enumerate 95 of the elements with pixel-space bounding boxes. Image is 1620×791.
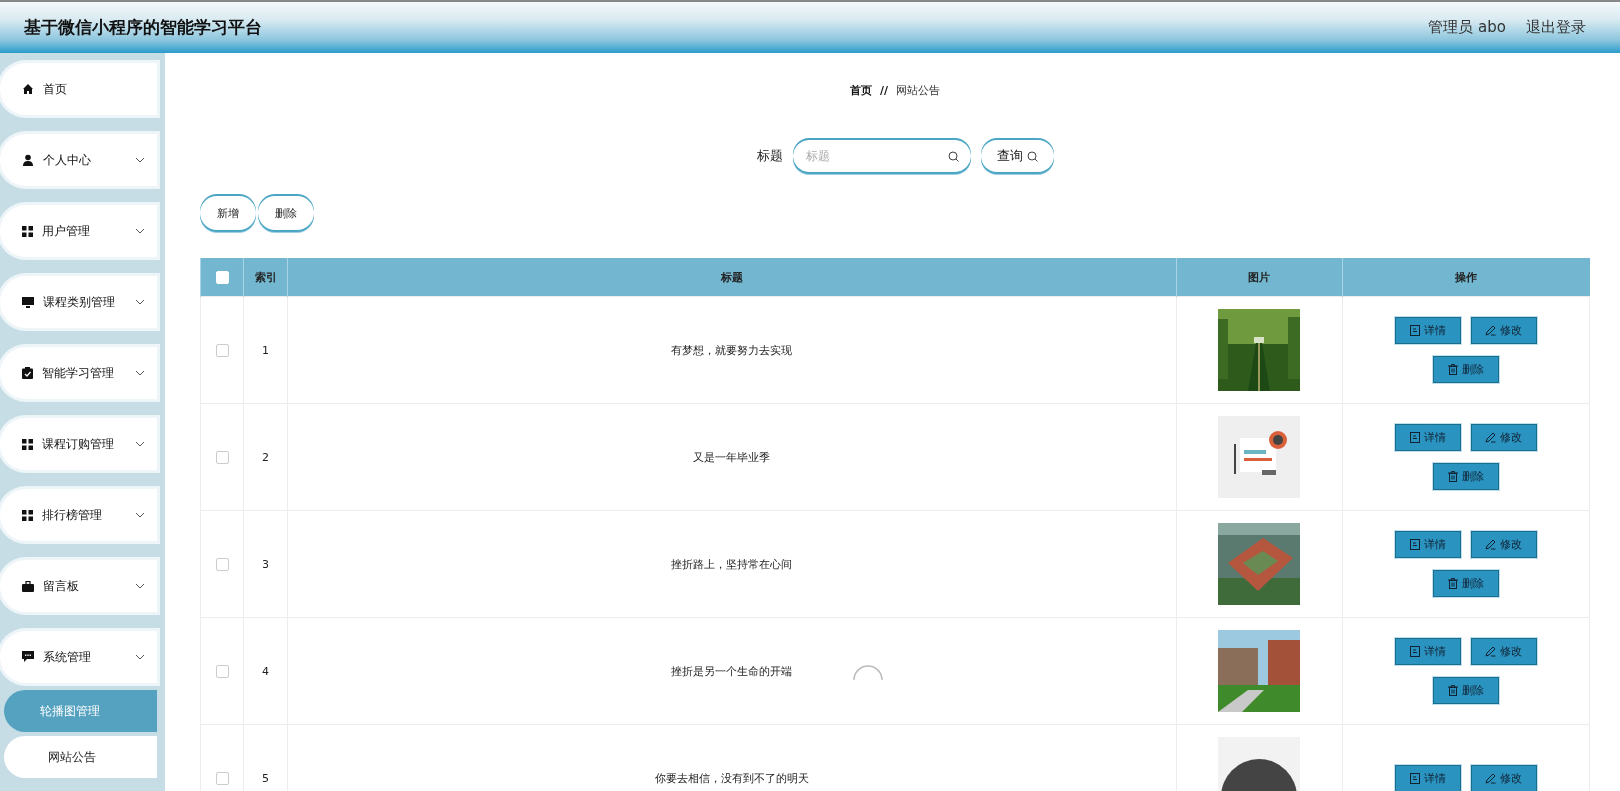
edit-button[interactable]: 修改 <box>1470 531 1537 558</box>
chevron-down-icon <box>135 512 145 518</box>
pencil-icon <box>1485 539 1497 550</box>
trash-icon <box>1447 578 1458 589</box>
detail-button[interactable]: 详情 <box>1394 764 1461 791</box>
home-icon <box>22 83 34 95</box>
grid-icon <box>22 509 33 521</box>
table-cell: 4 <box>243 617 288 725</box>
detail-button[interactable]: 详情 <box>1394 424 1461 451</box>
user-label: 管理员 abo <box>1428 18 1506 37</box>
delete-button[interactable]: 删除 <box>1432 356 1499 383</box>
trash-icon <box>1447 364 1458 375</box>
logout-link[interactable]: 退出登录 <box>1526 18 1586 37</box>
column-header: 图片 <box>1176 258 1342 297</box>
document-icon <box>1409 772 1420 784</box>
edit-button[interactable]: 修改 <box>1470 317 1537 344</box>
grid-icon <box>22 225 33 237</box>
search-icon <box>1026 150 1038 162</box>
edit-button[interactable]: 修改 <box>1470 638 1537 665</box>
chevron-down-icon <box>135 583 145 589</box>
search-label: 标题 <box>756 147 783 165</box>
search-field[interactable]: 标题 <box>792 140 971 172</box>
clipboard-icon <box>22 367 33 379</box>
edit-button[interactable]: 修改 <box>1470 424 1537 451</box>
menu-item[interactable]: 用户管理 <box>0 205 157 257</box>
menu-item[interactable]: 首页 <box>0 63 157 115</box>
row-checkbox[interactable] <box>215 450 229 464</box>
pencil-icon <box>1485 432 1497 443</box>
menu-label: 用户管理 <box>42 222 91 240</box>
document-icon <box>1409 539 1420 550</box>
pencil-icon <box>1485 325 1497 336</box>
table-cell: 1 <box>243 296 288 404</box>
menu-label: 智能学习管理 <box>42 364 115 382</box>
briefcase-icon <box>22 580 34 592</box>
detail-button[interactable]: 详情 <box>1394 638 1461 665</box>
column-header: 操作 <box>1342 258 1590 297</box>
delete-button[interactable]: 删除 <box>1432 570 1499 597</box>
trash-icon <box>1447 685 1458 696</box>
document-icon <box>1409 325 1420 336</box>
table-cell: 挫折是另一个生命的开端 <box>287 617 1176 725</box>
delete-button[interactable]: 删除 <box>1432 677 1499 704</box>
table-cell: 挫折路上，坚持常在心间 <box>287 510 1176 618</box>
chevron-down-icon <box>135 441 145 447</box>
edit-button[interactable]: 修改 <box>1470 764 1537 791</box>
row-checkbox[interactable] <box>215 343 229 357</box>
document-icon <box>1409 432 1420 443</box>
submenu-item[interactable]: 网站公告 <box>4 736 157 778</box>
menu-label: 首页 <box>43 80 68 98</box>
column-header: 索引 <box>243 258 288 297</box>
delete-button[interactable]: 删除 <box>1432 463 1499 490</box>
user-icon <box>22 154 34 166</box>
document-icon <box>1409 646 1420 657</box>
pencil-icon <box>1485 772 1497 784</box>
menu-item[interactable]: 课程订购管理 <box>0 418 157 470</box>
query-button[interactable]: 查询 <box>980 140 1054 172</box>
menu-item[interactable]: 智能学习管理 <box>0 347 157 399</box>
detail-button[interactable]: 详情 <box>1394 317 1461 344</box>
chat-icon <box>22 651 34 663</box>
breadcrumb-item: 网站公告 <box>896 83 940 98</box>
menu-label: 课程类别管理 <box>43 293 116 311</box>
menu-label: 课程订购管理 <box>42 435 115 453</box>
chevron-down-icon <box>135 228 145 234</box>
menu-label: 留言板 <box>43 577 80 595</box>
search-icon <box>947 151 959 162</box>
menu-item[interactable]: 个人中心 <box>0 134 157 186</box>
menu-item[interactable]: 留言板 <box>0 560 157 612</box>
breadcrumb-item[interactable]: 首页 <box>849 83 872 98</box>
monitor-icon <box>22 296 34 308</box>
column-header: 标题 <box>287 258 1176 297</box>
menu-label: 排行榜管理 <box>42 506 103 524</box>
app-title: 基于微信小程序的智能学习平台 <box>24 16 262 39</box>
chevron-down-icon <box>135 157 145 163</box>
chevron-down-icon <box>135 654 145 660</box>
trash-icon <box>1447 471 1458 482</box>
toolbar-button[interactable]: 删除 <box>258 196 314 230</box>
table-cell: 又是一年毕业季 <box>287 403 1176 511</box>
menu-label: 个人中心 <box>43 151 92 169</box>
menu-item[interactable]: 课程类别管理 <box>0 276 157 328</box>
toolbar-button[interactable]: 新增 <box>200 196 256 230</box>
pencil-icon <box>1485 646 1497 657</box>
chevron-down-icon <box>135 370 145 376</box>
detail-button[interactable]: 详情 <box>1394 531 1461 558</box>
chevron-down-icon <box>135 299 145 305</box>
table-cell: 3 <box>243 510 288 618</box>
row-checkbox[interactable] <box>215 664 229 678</box>
table-cell: 2 <box>243 403 288 511</box>
menu-label: 系统管理 <box>43 648 92 666</box>
select-all-checkbox[interactable] <box>215 270 229 284</box>
grid-icon <box>22 438 33 450</box>
menu-item[interactable]: 排行榜管理 <box>0 489 157 541</box>
menu-item[interactable]: 系统管理 <box>0 631 157 683</box>
row-checkbox[interactable] <box>215 771 229 785</box>
breadcrumb-separator: // <box>879 84 888 97</box>
table-cell: 有梦想，就要努力去实现 <box>287 296 1176 404</box>
row-checkbox[interactable] <box>215 557 229 571</box>
